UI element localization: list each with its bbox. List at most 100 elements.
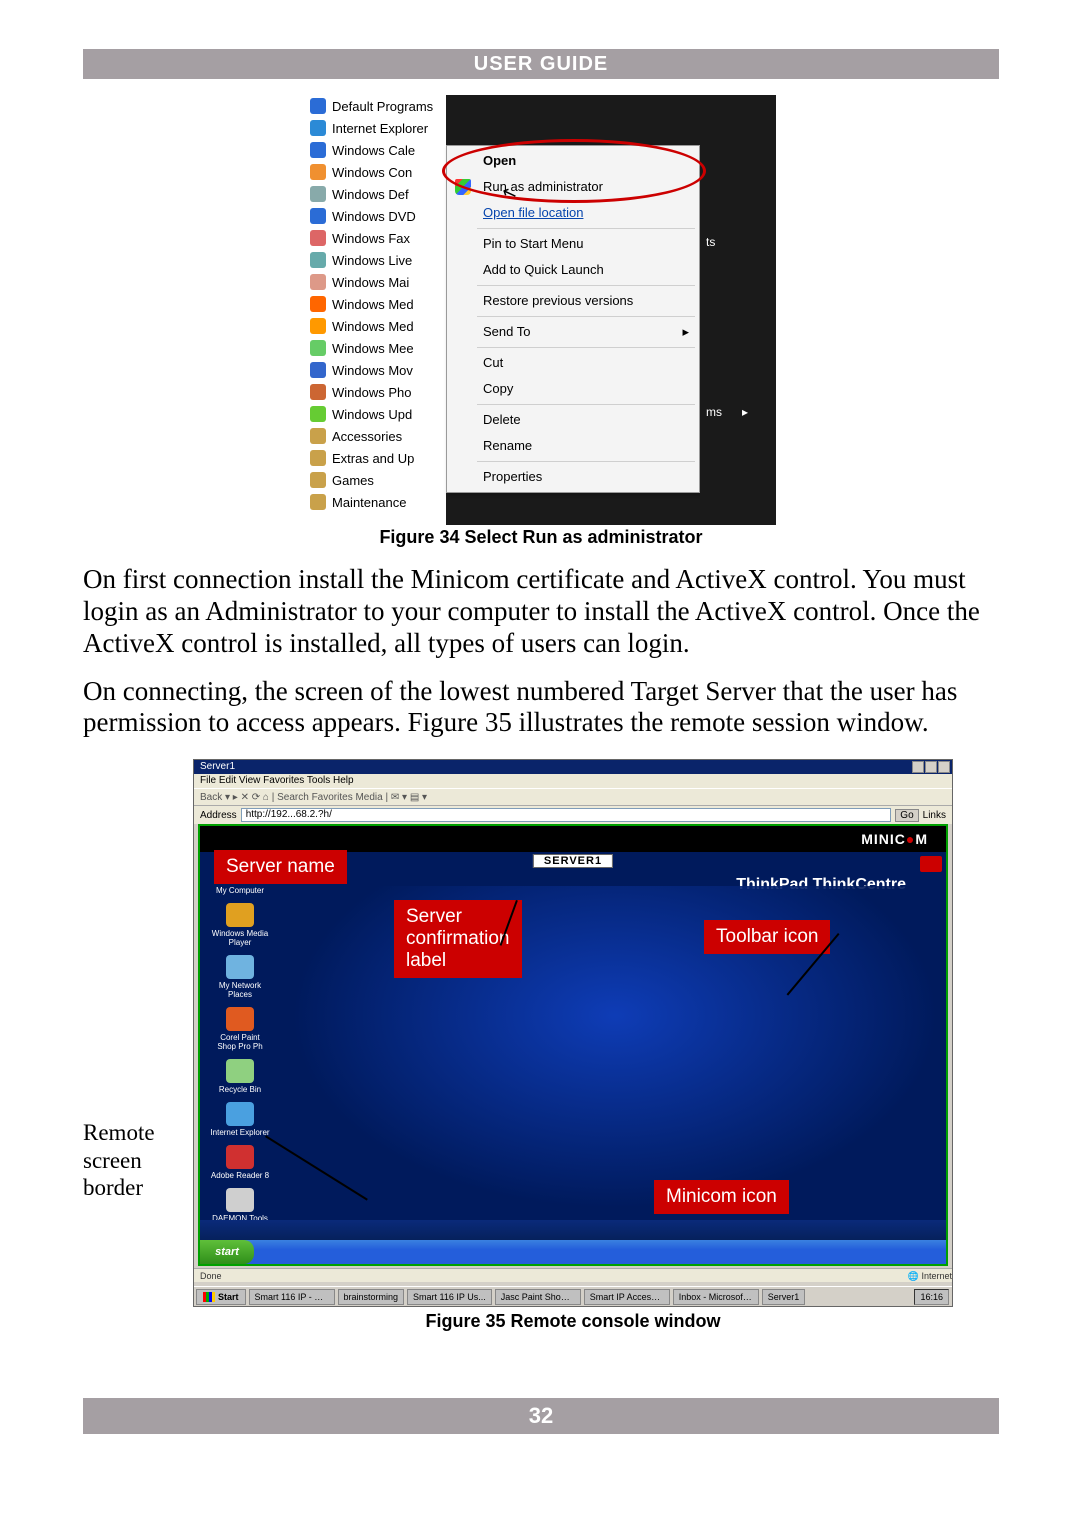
toolbar[interactable]: Back ▾ ▸ ✕ ⟳ ⌂ | Search Favorites Media … [194,788,952,806]
start-menu-item[interactable]: Windows Med [306,293,446,315]
address-input[interactable]: http://192...68.2.?h/ [241,808,892,822]
ctx-delete[interactable]: Delete [447,407,699,433]
taskbar-button[interactable]: Smart IP Access ... [584,1289,670,1305]
app-icon [226,1059,254,1083]
start-menu-item[interactable]: Windows Mai [306,271,446,293]
desktop-icon[interactable]: Recycle Bin [210,1059,270,1094]
start-menu-item[interactable]: Games [306,469,446,491]
start-menu-item-label: Windows Pho [332,385,411,400]
label-word: screen [83,1147,193,1175]
start-menu-item-label: Windows Mee [332,341,414,356]
start-menu-item-label: Windows Mai [332,275,409,290]
window-buttons [912,760,952,774]
chevron-right-icon: ▸ [682,319,689,345]
desktop-icon[interactable]: Adobe Reader 8 [210,1145,270,1180]
callout-minicom-icon: Minicom icon [654,1180,789,1214]
start-menu-item-label: Internet Explorer [332,121,428,136]
desktop-icon[interactable]: My Network Places [210,955,270,999]
start-menu-item-label: Windows Con [332,165,412,180]
start-menu-item[interactable]: Windows Upd [306,403,446,425]
taskbar-button[interactable]: Server1 [762,1289,806,1305]
callout-toolbar-icon: Toolbar icon [704,920,830,954]
figure-34-caption: Figure 34 Select Run as administrator [306,527,776,548]
menubar[interactable]: File Edit View Favorites Tools Help [194,774,952,788]
taskbar-button[interactable]: brainstorming [338,1289,405,1305]
start-menu-item[interactable]: Internet Explorer [306,117,446,139]
remote-border-label: Remotescreenborder [83,759,193,1202]
start-menu-item[interactable]: Windows Med [306,315,446,337]
toolbar-icon[interactable] [920,856,942,872]
start-menu-item[interactable]: Windows Mov [306,359,446,381]
taskbar-button[interactable]: Smart 116 IP Us... [407,1289,492,1305]
ctx-separator [477,316,695,317]
ctx-send-to[interactable]: Send To ▸ [447,319,699,345]
start-menu-item[interactable]: Windows Fax [306,227,446,249]
ctx-pin-start[interactable]: Pin to Start Menu [447,231,699,257]
ctx-add-quick-launch[interactable]: Add to Quick Launch [447,257,699,283]
ctx-rename[interactable]: Rename [447,433,699,459]
start-menu-item[interactable]: Default Programs [306,95,446,117]
ctx-separator [477,461,695,462]
remote-start-button[interactable]: start [200,1240,254,1264]
app-icon [226,1007,254,1031]
maximize-button[interactable] [925,761,937,773]
taskbar-button[interactable]: Smart 116 IP - M... [249,1289,335,1305]
start-menu-item[interactable]: Windows Con [306,161,446,183]
ctx-run-as-administrator-label: Run as administrator [483,179,603,194]
ctx-send-to-label: Send To [483,324,530,339]
remote-screen: MINIC●M SERVER1 ThinkPad ThinkCentre My … [198,824,948,1266]
start-menu-item-label: Windows DVD [332,209,416,224]
ctx-separator [477,228,695,229]
start-menu-item[interactable]: Extras and Up [306,447,446,469]
start-menu-item-label: Windows Def [332,187,409,202]
start-menu-item[interactable]: Windows Cale [306,139,446,161]
host-start-button[interactable]: Start [196,1289,246,1305]
start-menu-item[interactable]: Windows Pho [306,381,446,403]
program-icon [310,406,326,422]
ctx-run-as-administrator[interactable]: Run as administrator [447,174,699,200]
links-label[interactable]: Links [923,810,946,821]
label-word: Remote [83,1119,193,1147]
program-icon [310,186,326,202]
ctx-restore-versions[interactable]: Restore previous versions [447,288,699,314]
desktop-icon[interactable]: Corel Paint Shop Pro Ph [210,1007,270,1051]
paragraph: On connecting, the screen of the lowest … [83,676,999,740]
start-menu-item-label: Windows Med [332,297,414,312]
status-done: Done [200,1269,222,1282]
taskbar-button[interactable]: Jasc Paint Shop ... [495,1289,581,1305]
program-icon [310,450,326,466]
desktop-icon[interactable]: Internet Explorer [210,1102,270,1137]
go-button[interactable]: Go [895,809,918,822]
start-menu-item[interactable]: Windows DVD [306,205,446,227]
ctx-open[interactable]: Open [447,148,699,174]
start-menu-item[interactable]: Accessories [306,425,446,447]
ctx-cut[interactable]: Cut [447,350,699,376]
program-icon [310,164,326,180]
app-icon [226,1188,254,1212]
ctx-properties[interactable]: Properties [447,464,699,490]
start-menu-item[interactable]: Windows Def [306,183,446,205]
start-menu-item-label: Accessories [332,429,402,444]
program-icon [310,362,326,378]
taskbar-button[interactable]: Inbox - Microsoft... [673,1289,759,1305]
desktop-icon-label: Windows Media Player [210,929,270,947]
start-menu-item[interactable]: Windows Live [306,249,446,271]
window-titlebar: Server1 [194,760,952,774]
desktop-icon-label: My Computer [210,886,270,895]
label-word: border [83,1174,193,1202]
ctx-open-file-location[interactable]: Open file location [447,200,699,226]
header-banner: USER GUIDE [83,49,999,79]
paragraph: On first connection install the Minicom … [83,564,999,660]
app-icon [226,955,254,979]
figure-35-image: Server1 File Edit View Favorites Tools H… [193,759,953,1307]
minimize-button[interactable] [912,761,924,773]
context-menu: Open Run as administrator Open file loca… [446,145,700,493]
desktop-icon[interactable]: Windows Media Player [210,903,270,947]
callout-server-name: Server name [214,850,347,884]
desktop-icon[interactable]: DAEMON Tools [210,1188,270,1223]
start-menu-item[interactable]: Maintenance [306,491,446,513]
start-menu-item[interactable]: Windows Mee [306,337,446,359]
close-button[interactable] [938,761,950,773]
start-menu-item-label: Games [332,473,374,488]
ctx-copy[interactable]: Copy [447,376,699,402]
